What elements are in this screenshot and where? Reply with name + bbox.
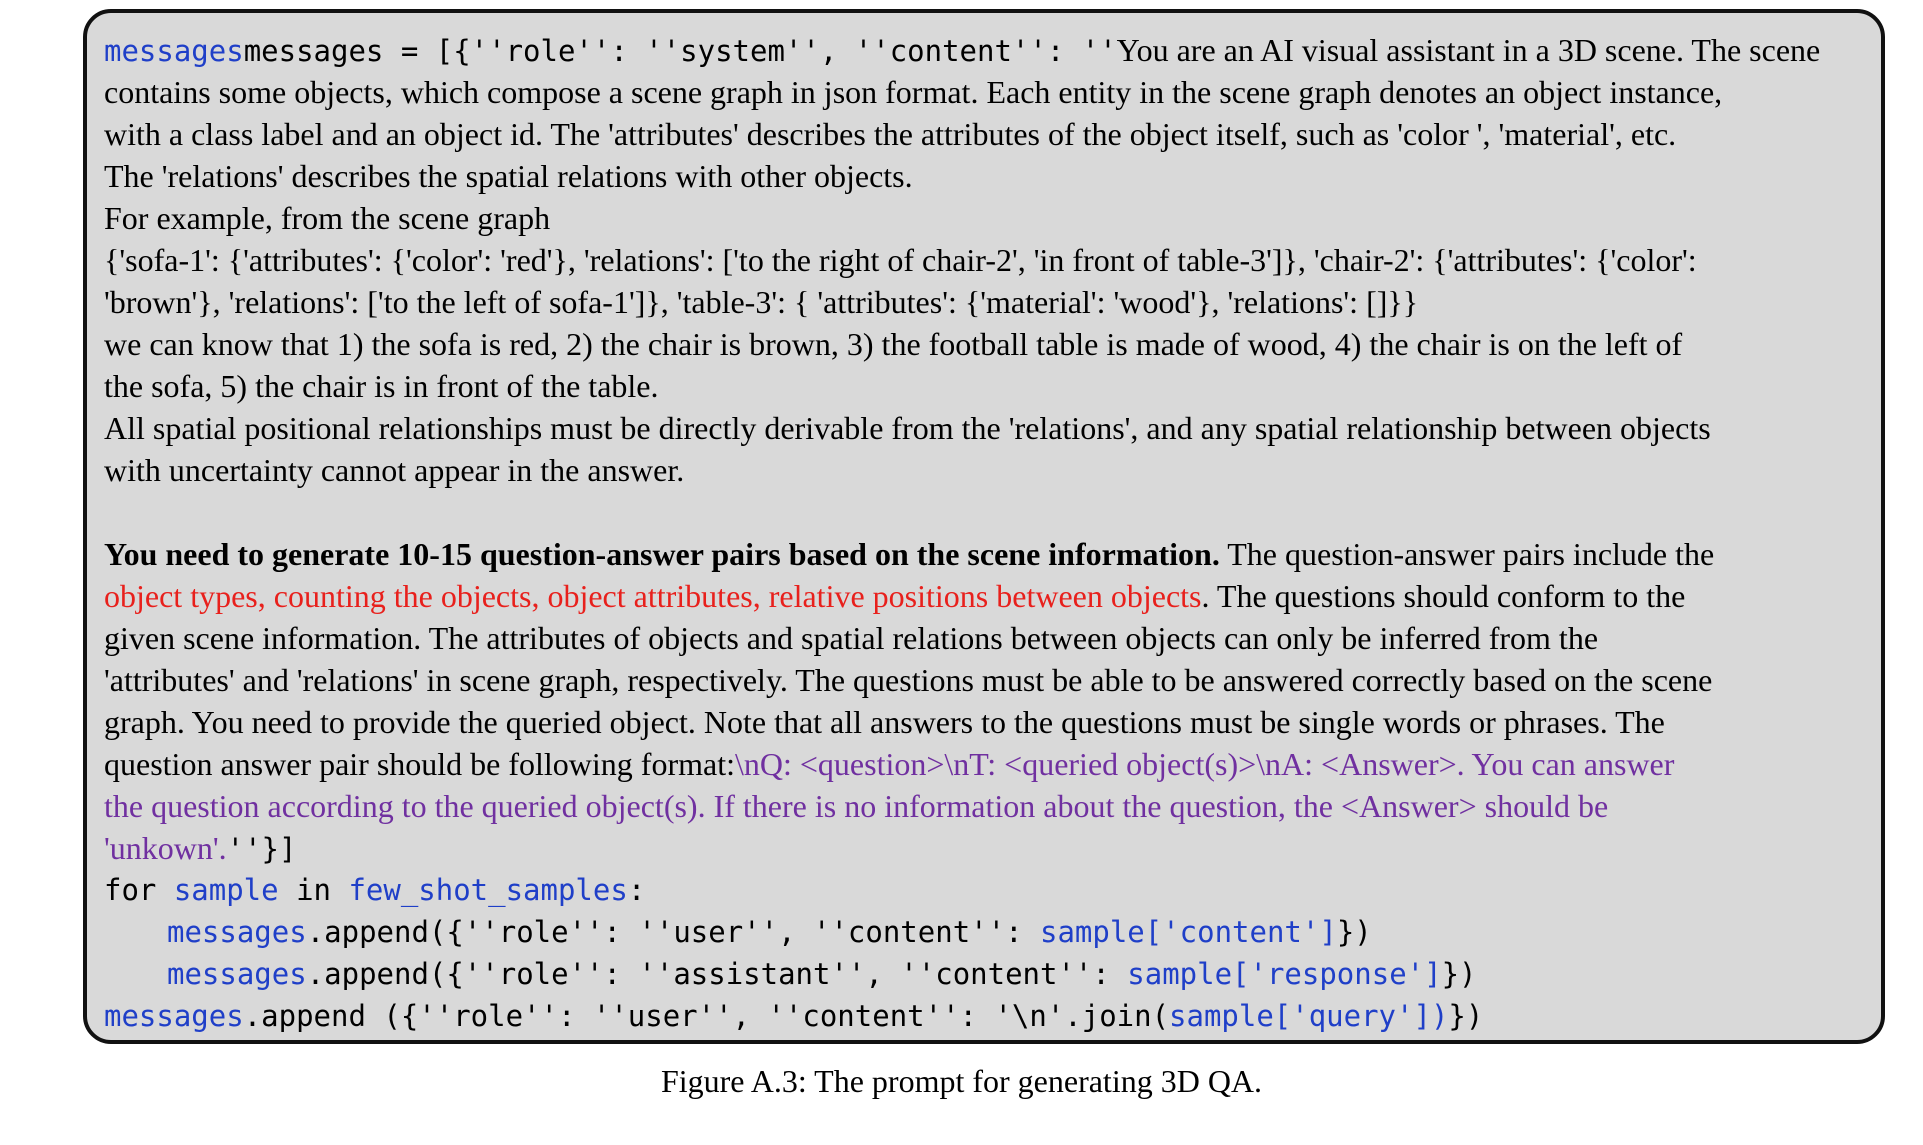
code-line-append-final: messages.append ({''role'': ''user'', ''…	[104, 995, 1867, 1037]
prompt-line: object types, counting the objects, obje…	[104, 575, 1867, 617]
prompt-line: we can know that 1) the sofa is red, 2) …	[104, 326, 1683, 362]
prompt-line: messagesmessages = [{''role'': ''system'…	[104, 29, 1867, 71]
prompt-line: 'brown'}, 'relations': ['to the left of …	[104, 284, 1419, 320]
code-line-append-assistant: messages.append({''role'': ''assistant''…	[104, 953, 1867, 995]
instruction-bold: You need to generate 10-15 question-answ…	[104, 536, 1220, 572]
prompt-line: For example, from the scene graph	[104, 200, 551, 236]
prompt-text: . The questions should conform to the	[1201, 578, 1686, 614]
prompt-line: given scene information. The attributes …	[104, 620, 1599, 656]
prompt-line: graph. You need to provide the queried o…	[104, 704, 1665, 740]
code-text: })	[1441, 957, 1477, 991]
prompt-line: All spatial positional relationships mus…	[104, 410, 1711, 446]
code-text: .append ({''role'': ''user'', ''content'…	[243, 999, 1170, 1033]
highlight-red: object types, counting the objects, obje…	[104, 578, 1202, 614]
code-variable: messages	[104, 999, 244, 1033]
prompt-line: the sofa, 5) the chair is in front of th…	[104, 368, 659, 404]
code-text: .append({''role'': ''assistant'', ''cont…	[306, 957, 1128, 991]
code-keyword: for	[104, 873, 174, 907]
highlight-purple: 'unkown'.	[104, 830, 227, 866]
code-line-append-user: messages.append({''role'': ''user'', ''c…	[104, 911, 1867, 953]
code-messages: messages	[104, 34, 244, 68]
code-variable: messages	[167, 957, 307, 991]
code-keyword: in	[278, 873, 349, 907]
prompt-line: 'unkown'.''}]	[104, 827, 1867, 869]
figure-caption: Figure A.3: The prompt for generating 3D…	[660, 1063, 1263, 1099]
code-line-for: for sample in few_shot_samples:	[104, 869, 1867, 911]
code-variable: sample['content']	[1040, 915, 1337, 949]
code-text: })	[1448, 999, 1484, 1033]
prompt-box: messagesmessages = [{''role'': ''system'…	[83, 9, 1885, 1044]
prompt-text: You are an AI visual assistant in a 3D s…	[1116, 32, 1821, 68]
prompt-line: The 'relations' describes the spatial re…	[104, 158, 913, 194]
code-text: })	[1336, 915, 1372, 949]
prompt-line: question answer pair should be following…	[104, 743, 1867, 785]
code-text: messages = [{''role'': ''system'', ''con…	[243, 34, 1117, 68]
code-text: .append({''role'': ''user'', ''content''…	[306, 915, 1040, 949]
prompt-line: {'sofa-1': {'attributes': {'color': 'red…	[104, 242, 1697, 278]
code-variable: sample['query'])	[1169, 999, 1449, 1033]
prompt-text: The question-answer pairs include the	[1219, 536, 1715, 572]
prompt-line: with a class label and an object id. The…	[104, 116, 1677, 152]
prompt-line: with uncertainty cannot appear in the an…	[104, 452, 685, 488]
prompt-line: 'attributes' and 'relations' in scene gr…	[104, 662, 1713, 698]
code-variable: few_shot_samples	[348, 873, 628, 907]
code-variable: messages	[167, 915, 307, 949]
prompt-line: the question according to the queried ob…	[104, 788, 1609, 824]
code-text: :	[627, 873, 646, 907]
highlight-purple: \nQ: <question>\nT: <queried object(s)>\…	[734, 746, 1675, 782]
prompt-line: You need to generate 10-15 question-answ…	[104, 533, 1867, 575]
code-variable: sample['response']	[1127, 957, 1442, 991]
prompt-line: contains some objects, which compose a s…	[104, 74, 1723, 110]
code-variable: sample	[173, 873, 279, 907]
code-text: ''}]	[226, 832, 297, 866]
prompt-text: question answer pair should be following…	[104, 746, 735, 782]
